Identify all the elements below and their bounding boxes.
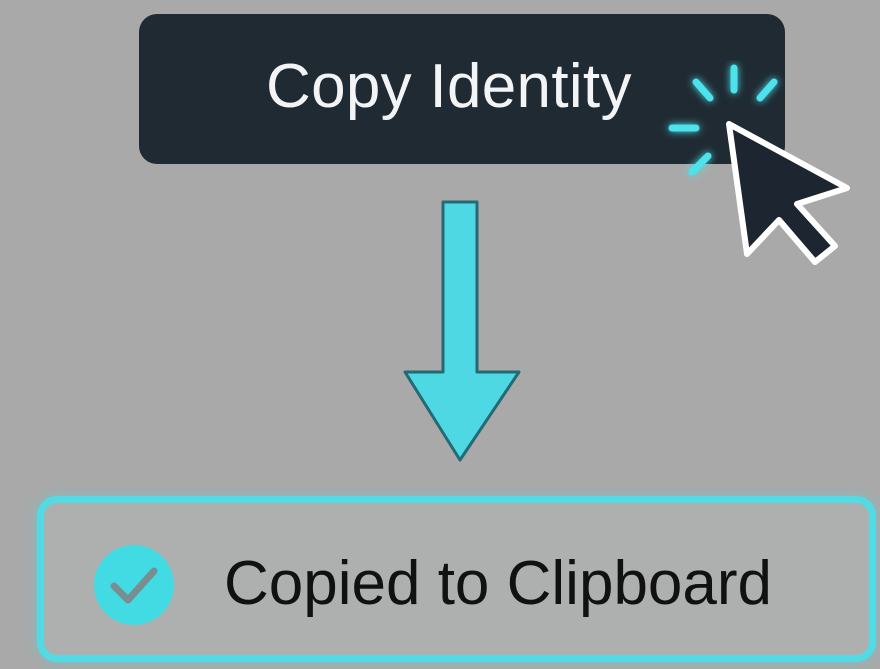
arrow-down-icon (403, 200, 521, 462)
copy-identity-label: Copy Identity (266, 52, 632, 121)
toast-message: Copied to Clipboard (224, 549, 773, 618)
mouse-pointer-icon (726, 121, 850, 265)
copy-identity-button[interactable]: Copy Identity (139, 14, 785, 164)
stage: Copy Identity Copied to Clipboard (0, 0, 880, 669)
clipboard-toast: Copied to Clipboard (37, 496, 876, 662)
checkmark-circle-icon (94, 545, 174, 625)
